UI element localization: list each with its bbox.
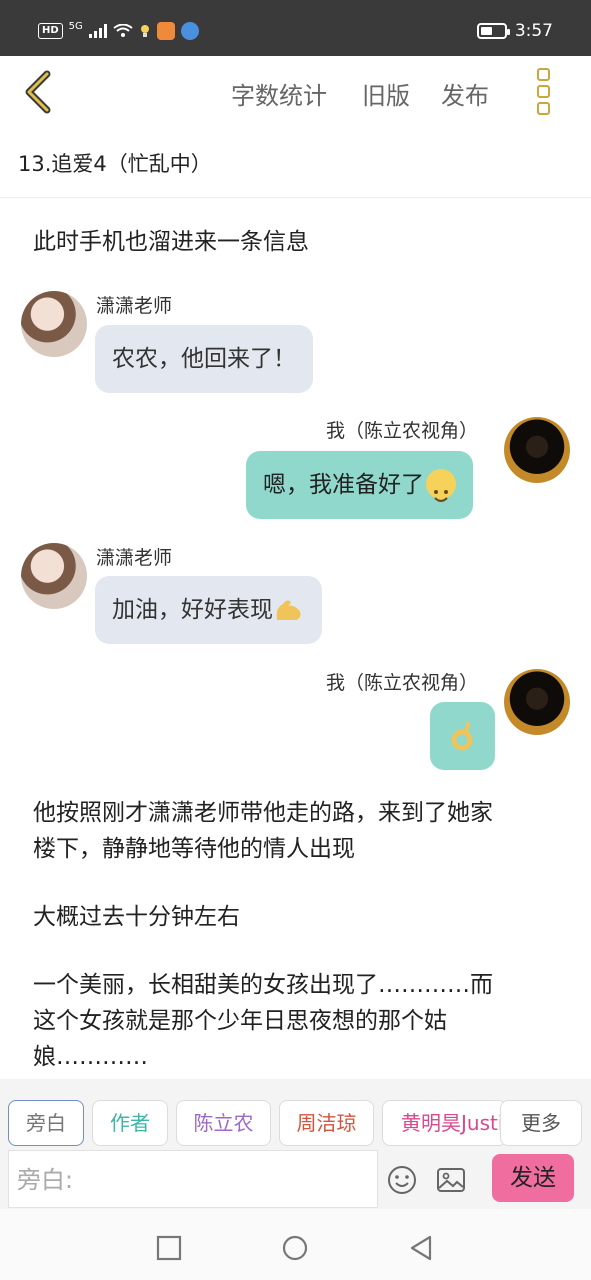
message-text: 加油，好好表现 (112, 597, 273, 623)
narration-text[interactable]: 此时手机也溜进来一条信息 (33, 224, 573, 260)
character-chip-author[interactable]: 作者 (92, 1100, 168, 1146)
composer-panel: 旁白 作者 陈立农 周洁琼 黄明昊Justin 更多 旁白: 发送 (0, 1079, 591, 1209)
narration-text[interactable]: 娘………… (33, 1039, 573, 1075)
hd-indicator: HD (38, 23, 63, 39)
sender-name: 潇潇老师 (96, 547, 173, 569)
message-text: 嗯，我准备好了 (263, 472, 424, 498)
nav-circle-icon[interactable] (282, 1235, 308, 1261)
image-icon[interactable] (436, 1165, 466, 1195)
back-chevron-icon[interactable] (20, 70, 60, 114)
more-characters-button[interactable]: 更多 (500, 1100, 582, 1146)
wifi-icon (113, 24, 133, 37)
message-bubble[interactable]: 加油，好好表现 (95, 576, 322, 644)
status-bar: HD 5G 3:57 (0, 0, 591, 56)
message-text: 农农，他回来了！ (112, 346, 296, 372)
system-nav-bar (0, 1209, 591, 1280)
nav-square-icon[interactable] (156, 1235, 182, 1261)
send-button[interactable]: 发送 (492, 1154, 574, 1202)
word-count-button[interactable]: 字数统计 (231, 76, 327, 111)
old-version-button[interactable]: 旧版 (362, 76, 410, 111)
clock: 3:57 (514, 21, 553, 41)
emoji-icon[interactable] (387, 1165, 417, 1195)
battery-icon (476, 23, 510, 39)
message-bubble[interactable] (430, 702, 495, 770)
character-chip-chen-linong[interactable]: 陈立农 (176, 1100, 271, 1146)
signal-icon (88, 24, 107, 38)
character-chip-narrator[interactable]: 旁白 (8, 1100, 84, 1146)
narration-text[interactable]: 一个美丽，长相甜美的女孩出现了…………而 (33, 967, 573, 1003)
narration-text[interactable]: 大概过去十分钟左右 (33, 899, 573, 935)
chapter-title[interactable]: 13.追爱4（忙乱中） (18, 148, 212, 178)
top-toolbar: 字数统计 旧版 发布 (0, 56, 591, 132)
publish-button[interactable]: 发布 (441, 76, 489, 111)
status-right: 3:57 (476, 21, 553, 41)
message-input[interactable]: 旁白: (8, 1150, 378, 1208)
nav-back-icon[interactable] (408, 1235, 434, 1261)
flexed-bicep-icon (276, 599, 301, 620)
avatar[interactable] (21, 543, 87, 609)
browser-notification-icon (180, 22, 199, 40)
sender-name: 我（陈立农视角） (326, 672, 479, 694)
smile-emoji-icon (426, 468, 456, 502)
narration-text[interactable]: 他按照刚才潇潇老师带他走的路，来到了她家 (33, 795, 573, 831)
more-menu-icon[interactable] (530, 68, 558, 118)
avatar[interactable] (504, 669, 570, 735)
divider (0, 197, 591, 198)
narration-text[interactable]: 这个女孩就是那个少年日思夜想的那个姑 (33, 1003, 573, 1039)
sender-name: 潇潇老师 (96, 295, 173, 317)
signal-label: 5G (68, 20, 83, 32)
avatar[interactable] (21, 291, 87, 357)
narration-text[interactable]: 楼下，静静地等待他的情人出现 (33, 831, 573, 867)
character-chip-zhou-jieqiong[interactable]: 周洁琼 (279, 1100, 374, 1146)
character-chip-huang-minghao[interactable]: 黄明昊Justin (382, 1100, 507, 1146)
bulb-icon (140, 25, 149, 37)
app-notification-icon (156, 22, 175, 40)
message-bubble[interactable]: 农农，他回来了！ (95, 325, 313, 393)
message-bubble[interactable]: 嗯，我准备好了 (246, 451, 473, 519)
status-left: HD 5G (38, 20, 199, 40)
ok-hand-icon (451, 722, 473, 751)
sender-name: 我（陈立农视角） (326, 420, 479, 442)
avatar[interactable] (504, 417, 570, 483)
